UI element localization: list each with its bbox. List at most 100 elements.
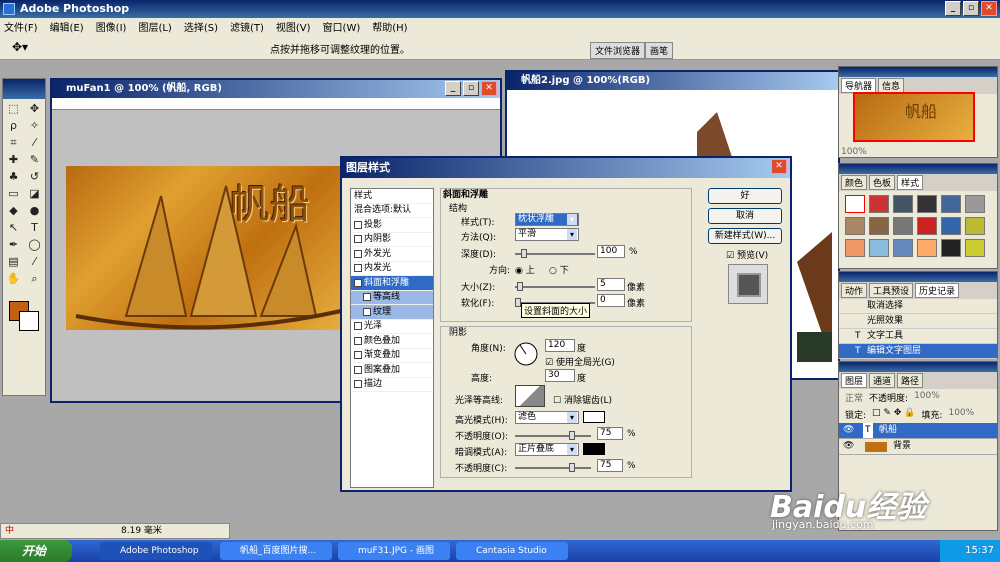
ime-indicator[interactable]: 中 <box>1 526 14 536</box>
highlight-opacity-input[interactable]: 75 <box>597 427 623 440</box>
menu-image[interactable]: 图像(I) <box>96 19 127 34</box>
style-swatch[interactable] <box>845 195 865 213</box>
style-swatch[interactable] <box>893 195 913 213</box>
style-checkbox[interactable] <box>354 249 362 258</box>
cancel-button[interactable]: 取消 <box>708 208 782 224</box>
doc1-minimize-button[interactable]: _ <box>445 81 461 96</box>
magic-wand-icon[interactable]: ✧ <box>25 118 45 134</box>
layer-opacity-value[interactable]: 100% <box>914 391 940 404</box>
minimize-button[interactable]: _ <box>945 1 961 16</box>
menu-edit[interactable]: 编辑(E) <box>50 19 84 34</box>
marquee-tool-icon[interactable]: ⬚ <box>4 101 24 117</box>
style-list-item[interactable]: 纹理 <box>351 305 433 320</box>
eraser-tool-icon[interactable]: ▭ <box>4 186 24 202</box>
style-swatch[interactable] <box>917 239 937 257</box>
layers-tab[interactable]: 图层 <box>841 373 868 388</box>
style-list-item[interactable]: ✓ 斜面和浮雕 <box>351 276 433 291</box>
style-list-item[interactable]: 描边 <box>351 378 433 392</box>
ok-button[interactable]: 好 <box>708 188 782 204</box>
shadow-opacity-slider[interactable] <box>515 463 591 472</box>
style-checkbox[interactable] <box>354 220 362 229</box>
crop-tool-icon[interactable]: ⌗ <box>4 135 24 151</box>
gradient-tool-icon[interactable]: ◪ <box>25 186 45 202</box>
start-button[interactable]: 开始 <box>0 540 72 562</box>
doc1-canvas[interactable]: 帆船 <box>66 166 348 330</box>
style-swatch[interactable] <box>965 195 985 213</box>
style-checkbox[interactable] <box>354 351 362 360</box>
style-swatch[interactable] <box>941 217 961 235</box>
actions-tab[interactable]: 动作 <box>841 283 868 298</box>
angle-input[interactable]: 120 <box>545 339 575 352</box>
style-list-item[interactable]: 等高线 <box>351 290 433 305</box>
menu-filter[interactable]: 滤镜(T) <box>230 19 264 34</box>
brush-tool-icon[interactable]: ✎ <box>25 152 45 168</box>
history-item[interactable]: 光照效果 <box>839 314 997 329</box>
hand-tool-icon[interactable]: ✋ <box>4 271 24 287</box>
navigator-zoom[interactable]: 100% <box>841 147 867 157</box>
style-checkbox[interactable] <box>354 365 362 374</box>
style-swatch[interactable] <box>917 195 937 213</box>
menu-select[interactable]: 选择(S) <box>184 19 218 34</box>
style-list-item[interactable]: 投影 <box>351 218 433 233</box>
restore-button[interactable]: ▫ <box>963 1 979 16</box>
soften-input[interactable]: 0 <box>597 294 625 307</box>
layer-row-background[interactable]: 👁 背景 <box>839 439 997 455</box>
style-swatch[interactable] <box>893 239 913 257</box>
color-tab[interactable]: 颜色 <box>841 175 868 190</box>
method-select[interactable]: 平滑 <box>515 228 579 241</box>
highlight-opacity-slider[interactable] <box>515 431 591 440</box>
shadow-opacity-input[interactable]: 75 <box>597 459 623 472</box>
history-item[interactable]: 取消选择 <box>839 299 997 314</box>
history-brush-icon[interactable]: ↺ <box>25 169 45 185</box>
style-checkbox[interactable] <box>354 336 362 345</box>
global-light-checkbox[interactable]: ☑ 使用全局光(G) <box>545 355 615 368</box>
layer-row-text[interactable]: 👁 T 帆船 <box>839 423 997 439</box>
navigator-tab[interactable]: 导航器 <box>841 78 877 93</box>
style-checkbox[interactable] <box>354 380 362 389</box>
close-button[interactable]: ✕ <box>981 1 997 16</box>
blur-tool-icon[interactable]: ◆ <box>4 203 24 219</box>
style-swatch[interactable] <box>845 217 865 235</box>
style-list-item[interactable]: 颜色叠加 <box>351 334 433 349</box>
menu-view[interactable]: 视图(V) <box>276 19 311 34</box>
styles-tab[interactable]: 样式 <box>897 175 924 190</box>
doc1-close-button[interactable]: ✕ <box>481 81 497 96</box>
style-list-item[interactable]: 样式 <box>351 189 433 204</box>
style-checkbox[interactable] <box>363 293 371 302</box>
path-select-icon[interactable]: ↖ <box>4 220 24 236</box>
highlight-opacity-knob[interactable] <box>569 431 575 440</box>
move-tool-icon[interactable]: ✥ <box>25 101 45 117</box>
gloss-contour-picker[interactable] <box>515 385 545 407</box>
direction-up-radio[interactable]: ◉ 上 <box>515 263 535 276</box>
shape-tool-icon[interactable]: ◯ <box>25 237 45 253</box>
size-slider[interactable] <box>515 282 595 291</box>
shadow-opacity-knob[interactable] <box>569 463 575 472</box>
preview-checkbox[interactable]: ☑ 预览(V) <box>726 248 768 261</box>
highlight-color-swatch[interactable] <box>583 411 605 423</box>
altitude-input[interactable]: 30 <box>545 369 575 382</box>
eye-icon[interactable]: 👁 <box>843 439 854 454</box>
antialias-checkbox[interactable]: ☐ 消除锯齿(L) <box>553 393 612 406</box>
highlight-mode-select[interactable]: 滤色 <box>515 411 579 424</box>
zoom-tool-icon[interactable]: ⌕ <box>25 271 45 287</box>
style-swatch[interactable] <box>965 239 985 257</box>
shadow-mode-select[interactable]: 正片叠底 <box>515 443 579 456</box>
style-list-item[interactable]: 混合选项:默认 <box>351 204 433 218</box>
size-slider-knob[interactable] <box>517 282 523 291</box>
healing-tool-icon[interactable]: ✚ <box>4 152 24 168</box>
style-checkbox[interactable] <box>354 264 362 273</box>
fill-value[interactable]: 100% <box>948 408 974 421</box>
direction-down-radio[interactable]: ○ 下 <box>549 263 569 276</box>
style-checkbox[interactable] <box>354 235 362 244</box>
move-tool-icon[interactable]: ✥▾ <box>12 40 28 54</box>
navigator-thumbnail[interactable]: 帆船 <box>853 92 975 142</box>
depth-slider-knob[interactable] <box>521 249 527 258</box>
slice-tool-icon[interactable]: ⁄ <box>25 135 45 151</box>
blend-mode-select[interactable]: 正常 <box>845 391 863 404</box>
style-list-item[interactable]: 渐变叠加 <box>351 349 433 363</box>
type-tool-icon[interactable]: T <box>25 220 45 236</box>
tool-presets-tab[interactable]: 工具预设 <box>869 283 914 298</box>
menu-window[interactable]: 窗口(W) <box>323 19 361 34</box>
menu-file[interactable]: 文件(F) <box>4 19 38 34</box>
menu-layer[interactable]: 图层(L) <box>138 19 171 34</box>
